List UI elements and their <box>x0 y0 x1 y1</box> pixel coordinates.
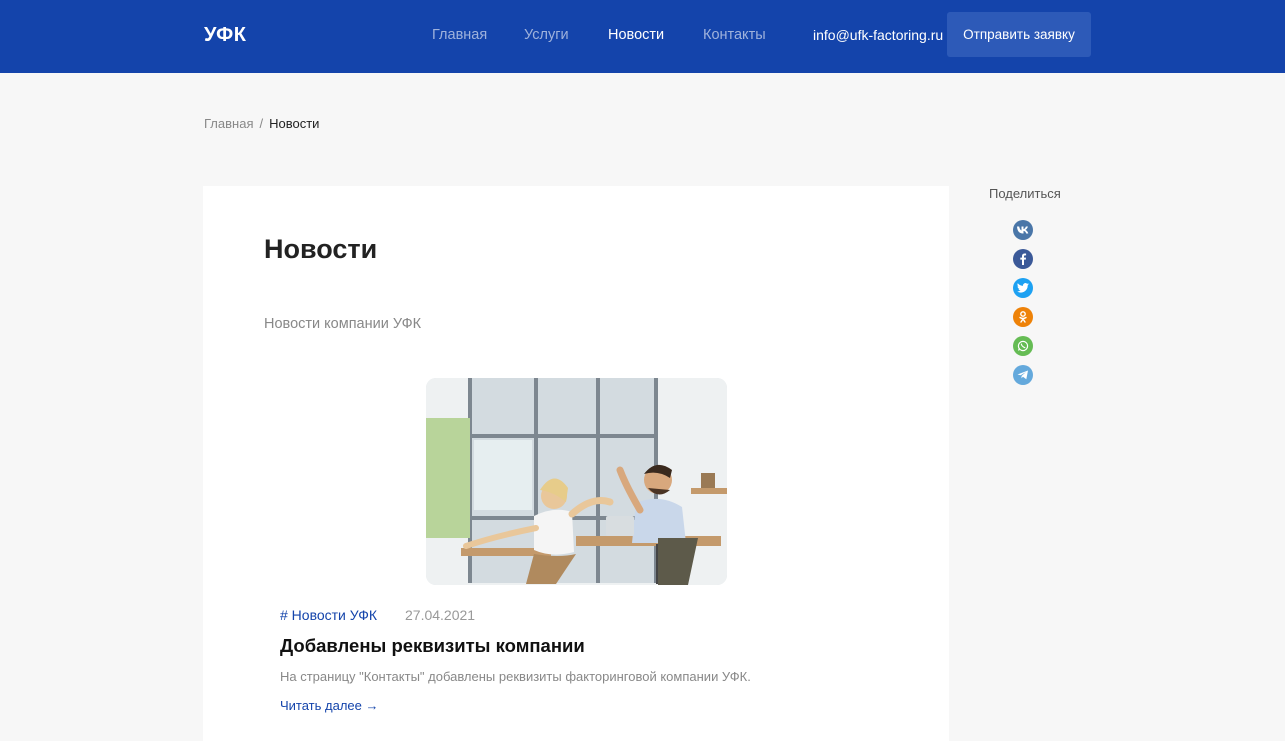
nav-link-services[interactable]: Услуги <box>524 27 569 43</box>
vk-icon <box>1017 226 1029 234</box>
news-title[interactable]: Добавлены реквизиты компании <box>280 635 585 657</box>
whatsapp-icon <box>1017 340 1029 352</box>
share-odnoklassniki-button[interactable] <box>1013 307 1033 327</box>
odnoklassniki-icon <box>1019 311 1027 323</box>
logo[interactable]: УФК <box>204 24 246 47</box>
news-description: На страницу "Контакты" добавлены реквизи… <box>280 669 751 684</box>
page-subtitle: Новости компании УФК <box>264 316 422 332</box>
breadcrumb-separator: / <box>259 116 264 131</box>
share-twitter-button[interactable] <box>1013 278 1033 298</box>
telegram-icon <box>1017 370 1029 380</box>
breadcrumb-home[interactable]: Главная <box>204 116 253 131</box>
nav-link-news[interactable]: Новости <box>608 27 664 43</box>
news-image[interactable] <box>426 378 727 585</box>
share-telegram-button[interactable] <box>1013 365 1033 385</box>
news-card-container: Новости Новости компании УФК # Новости У… <box>203 186 949 741</box>
page-title: Новости <box>264 234 378 264</box>
news-date: 27.04.2021 <box>405 607 476 623</box>
news-tag[interactable]: # Новости УФК <box>280 607 377 623</box>
facebook-icon <box>1019 253 1027 265</box>
nav-link-contacts[interactable]: Контакты <box>703 27 766 43</box>
share-whatsapp-button[interactable] <box>1013 336 1033 356</box>
email-link[interactable]: info@ufk-factoring.ru <box>813 27 943 43</box>
twitter-icon <box>1017 283 1029 293</box>
site-header: УФК Главная Услуги Новости Контакты info… <box>0 0 1285 73</box>
send-request-button[interactable]: Отправить заявку <box>947 12 1091 57</box>
share-label: Поделиться <box>989 186 1061 201</box>
nav-link-home[interactable]: Главная <box>432 27 487 43</box>
office-photo-illustration <box>426 378 727 585</box>
read-more-link[interactable]: Читать далее → <box>280 698 379 713</box>
share-facebook-button[interactable] <box>1013 249 1033 269</box>
breadcrumb: Главная / Новости <box>204 116 319 131</box>
share-vk-button[interactable] <box>1013 220 1033 240</box>
breadcrumb-current: Новости <box>269 116 320 131</box>
